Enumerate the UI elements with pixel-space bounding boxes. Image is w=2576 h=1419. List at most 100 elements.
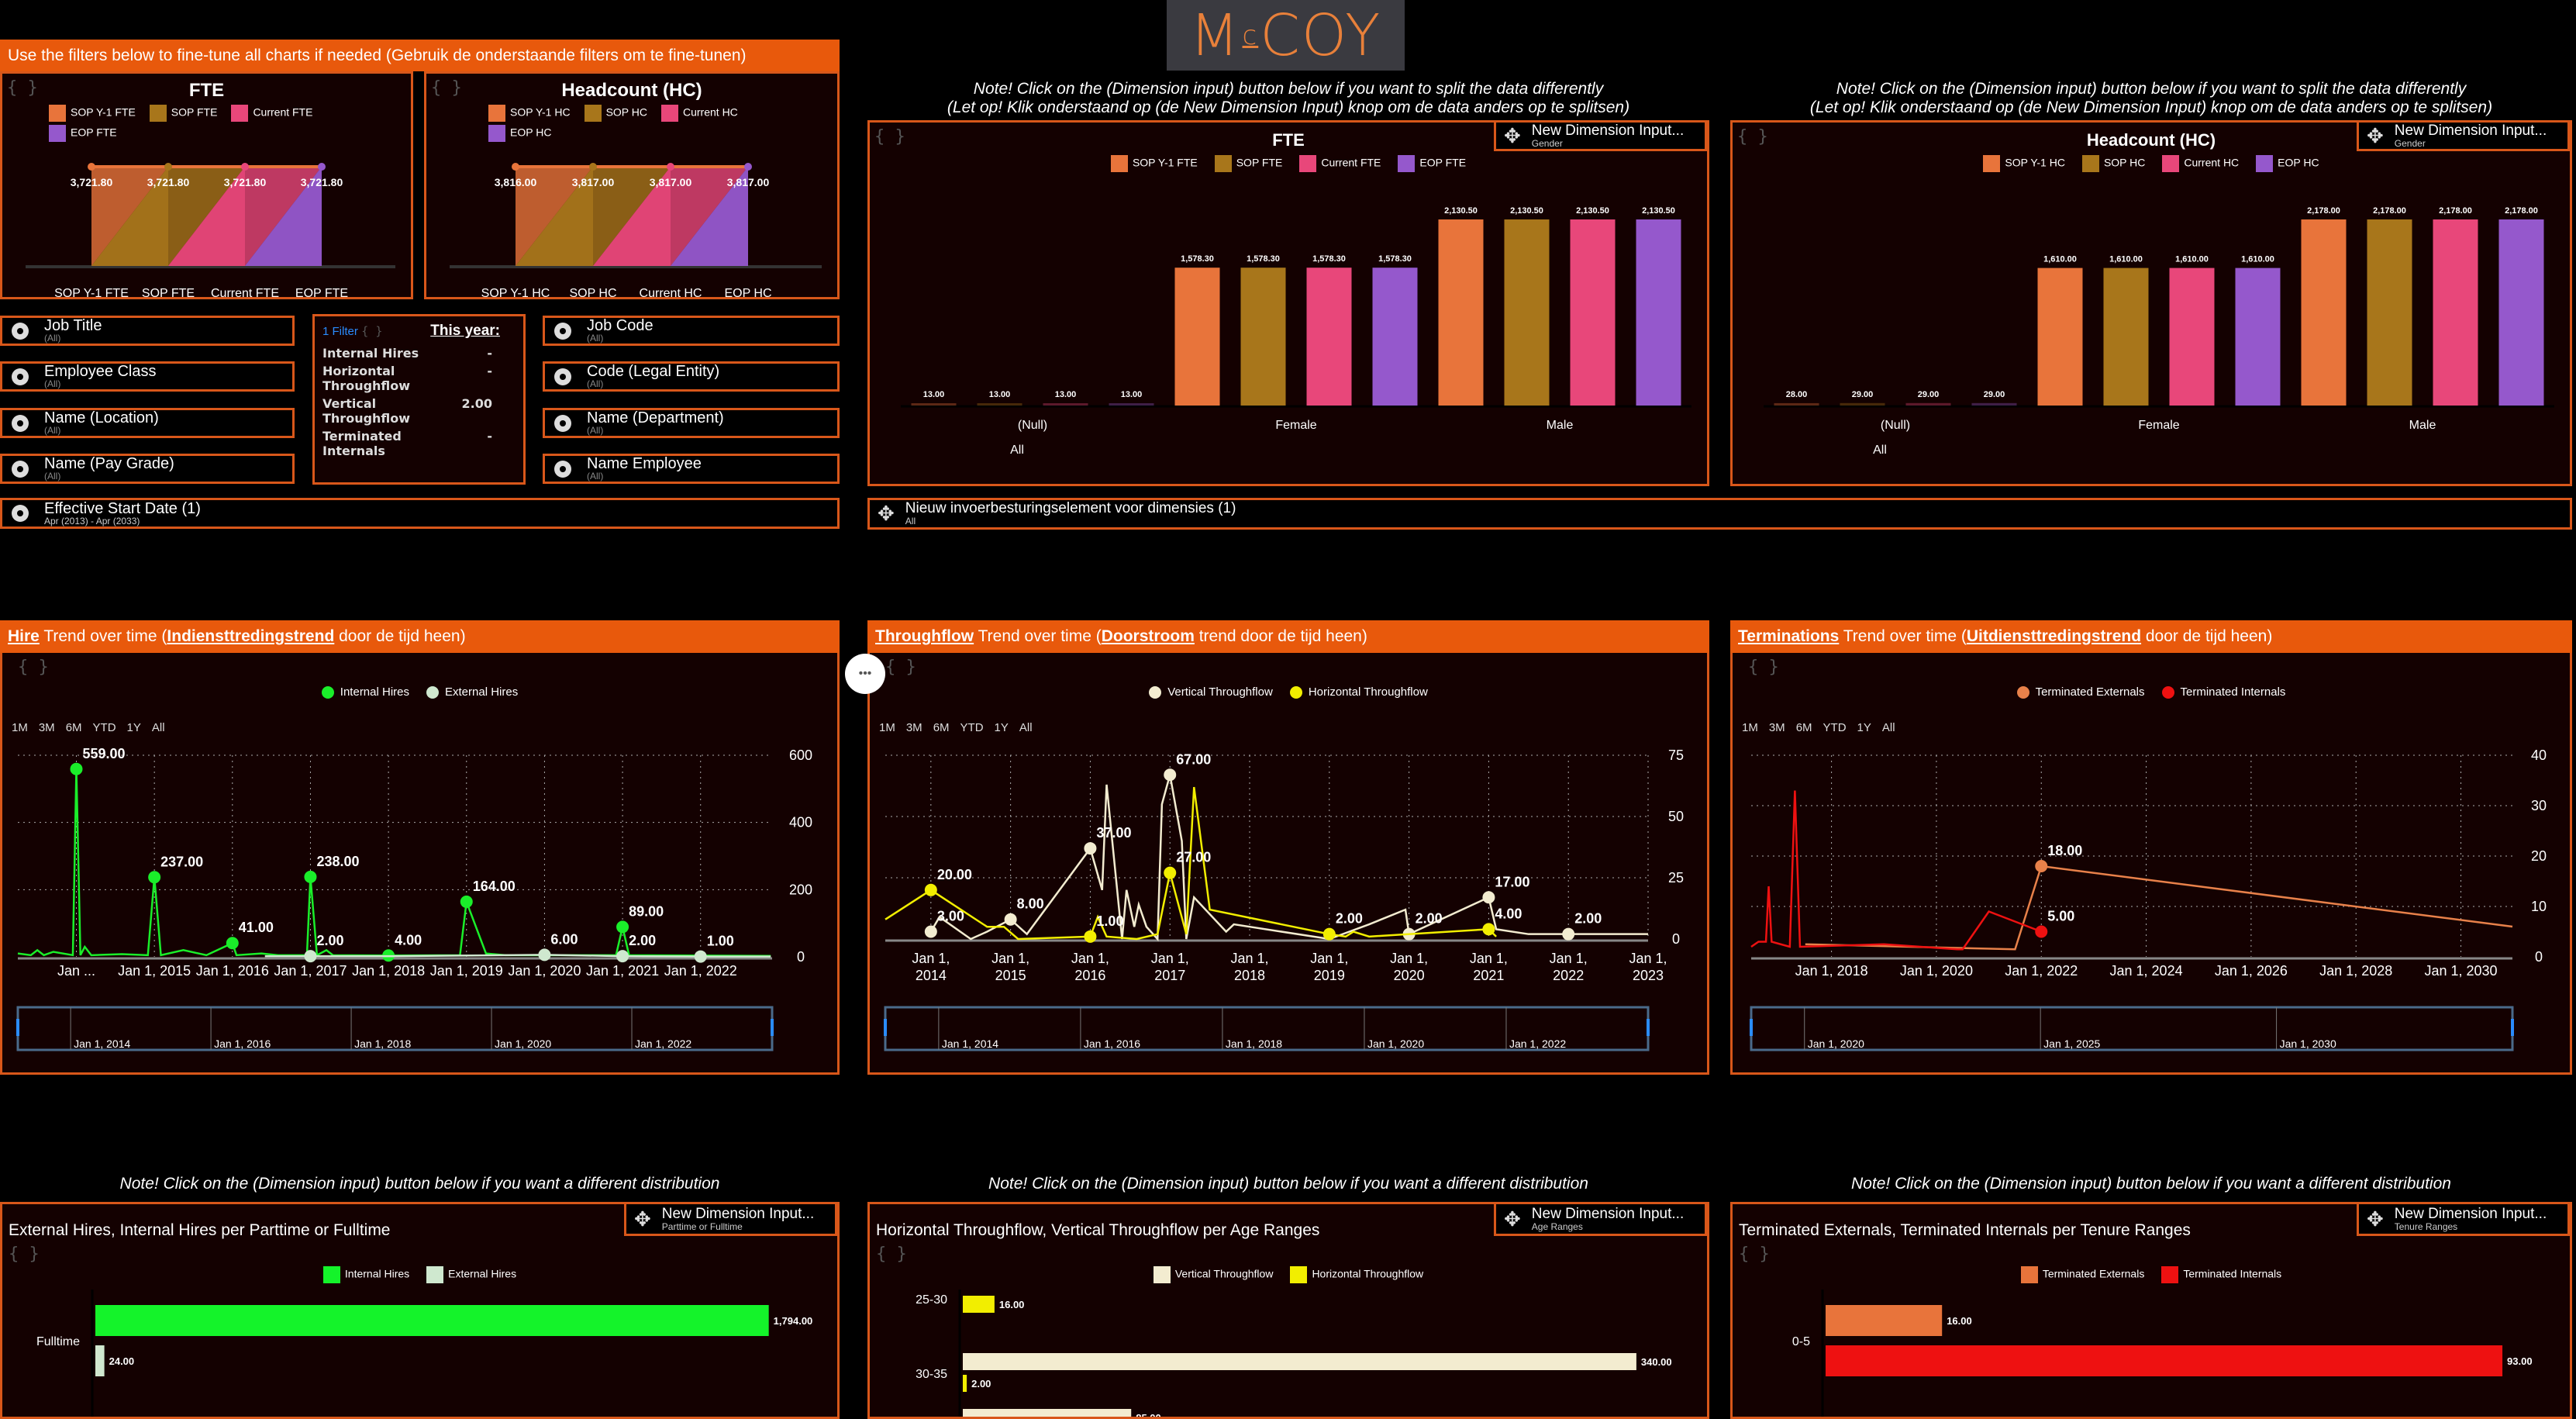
filter-name-pay-grade-[interactable]: Name (Pay Grade) (All) <box>0 454 295 484</box>
brace-icon[interactable]: { } <box>1739 1245 1770 1264</box>
data-point[interactable] <box>616 920 629 934</box>
bar[interactable] <box>1826 1345 2503 1376</box>
brace-icon[interactable]: { } <box>9 1245 40 1264</box>
bar[interactable] <box>1905 402 1951 406</box>
bar[interactable] <box>2169 268 2215 406</box>
bar[interactable] <box>2301 219 2347 406</box>
bar[interactable] <box>1043 403 1088 406</box>
bar[interactable] <box>95 1345 105 1376</box>
legend-item[interactable]: SOP Y-1 FTE <box>49 105 136 122</box>
legend-item[interactable]: EOP FTE <box>1398 155 1466 172</box>
bar[interactable] <box>1372 268 1418 406</box>
legend-item[interactable]: Current FTE <box>231 105 312 122</box>
data-point[interactable] <box>318 163 326 171</box>
bar[interactable] <box>1438 219 1484 406</box>
series-line[interactable] <box>1750 790 2042 951</box>
range-navigator[interactable] <box>1750 1006 2514 1051</box>
navigator-handle-left[interactable] <box>16 1019 19 1036</box>
header-link-nl[interactable]: Indiensttredingstrend <box>167 627 334 645</box>
data-point[interactable] <box>1084 842 1097 855</box>
dimension-filter-all[interactable]: ✥ Nieuw invoerbesturingselement voor dim… <box>867 498 2572 530</box>
bar[interactable] <box>2235 268 2281 406</box>
data-point[interactable] <box>744 163 752 171</box>
data-point[interactable] <box>1562 927 1575 941</box>
data-point[interactable] <box>924 883 937 896</box>
data-point[interactable] <box>1164 866 1177 879</box>
dimension-input-button[interactable]: ✥ New Dimension Input... Parttime or Fullt… <box>624 1204 837 1236</box>
legend-item[interactable]: EOP HC <box>2256 155 2319 172</box>
navigator-handle-left[interactable] <box>1750 1019 1753 1036</box>
series-line[interactable] <box>1805 865 2513 951</box>
data-point[interactable] <box>1004 913 1017 926</box>
data-point[interactable] <box>512 163 519 171</box>
more-options-button[interactable]: ••• <box>845 654 885 694</box>
navigator-handle-left[interactable] <box>884 1019 887 1036</box>
legend-item[interactable]: SOP FTE <box>149 105 217 122</box>
data-point[interactable] <box>70 762 83 775</box>
data-point[interactable] <box>241 163 249 171</box>
data-point[interactable] <box>616 950 629 963</box>
data-point[interactable] <box>2035 860 2048 872</box>
legend-item[interactable]: Internal Hires <box>322 1266 409 1283</box>
bar[interactable] <box>2037 268 2083 406</box>
legend-item[interactable]: Terminated Internals <box>2161 1266 2281 1283</box>
brace-icon[interactable]: { } <box>361 324 382 338</box>
bar[interactable] <box>1240 268 1286 406</box>
bar[interactable] <box>2103 268 2149 406</box>
bar[interactable] <box>963 1409 1132 1419</box>
filter-badge[interactable]: 1 Filter <box>322 325 358 338</box>
bar[interactable] <box>1774 402 1819 406</box>
dimension-input-button[interactable]: ✥ New Dimension Input... Tenure Ranges <box>2357 1204 2570 1236</box>
data-point[interactable] <box>88 163 95 171</box>
data-point[interactable] <box>538 948 551 962</box>
data-point[interactable] <box>164 163 172 171</box>
filter-job-title[interactable]: Job Title (All) <box>0 316 295 346</box>
legend-item[interactable]: SOP HC <box>584 105 647 122</box>
legend-item[interactable]: EOP HC <box>488 125 551 142</box>
bar[interactable] <box>1826 1305 1943 1336</box>
filter-employee-class[interactable]: Employee Class (All) <box>0 361 295 392</box>
data-point[interactable] <box>924 925 937 938</box>
data-point[interactable] <box>148 871 161 884</box>
legend-item[interactable]: SOP HC <box>2081 155 2145 172</box>
data-point[interactable] <box>226 937 239 950</box>
dimension-input-button[interactable]: ✥ New Dimension Input... Age Ranges <box>1494 1204 1707 1236</box>
legend-item[interactable]: External Hires <box>426 1266 516 1283</box>
data-point[interactable] <box>460 895 473 908</box>
bar[interactable] <box>1636 219 1681 406</box>
bar[interactable] <box>2433 219 2478 406</box>
legend-item[interactable]: SOP Y-1 HC <box>1983 155 2065 172</box>
data-point[interactable] <box>304 950 317 963</box>
bar[interactable] <box>1971 402 2017 406</box>
legend-item[interactable]: Vertical Throughflow <box>1153 1266 1273 1283</box>
data-point[interactable] <box>1482 891 1495 904</box>
bar[interactable] <box>963 1296 995 1313</box>
data-point[interactable] <box>2035 925 2048 938</box>
bar[interactable] <box>1840 402 1885 406</box>
bar[interactable] <box>911 403 957 406</box>
bar[interactable] <box>1504 219 1550 406</box>
bar[interactable] <box>1306 268 1352 406</box>
legend-item[interactable]: Current HC <box>2162 155 2239 172</box>
legend-item[interactable]: Current FTE <box>1299 155 1381 172</box>
navigator-handle-right[interactable] <box>2511 1019 2514 1036</box>
header-link[interactable]: Throughflow <box>875 627 974 645</box>
bar[interactable] <box>1109 403 1154 406</box>
bar[interactable] <box>1174 268 1220 406</box>
filter-name-employee[interactable]: Name Employee (All) <box>543 454 840 484</box>
bar[interactable] <box>2367 219 2412 406</box>
navigator-handle-right[interactable] <box>771 1019 774 1036</box>
legend-item[interactable]: Terminated Externals <box>2020 1266 2144 1283</box>
data-point[interactable] <box>694 950 707 963</box>
filter-name-location-[interactable]: Name (Location) (All) <box>0 408 295 438</box>
bar[interactable] <box>963 1353 1636 1370</box>
data-point[interactable] <box>1482 923 1495 936</box>
header-link-nl[interactable]: Doorstroom <box>1102 627 1195 645</box>
legend-item[interactable]: Horizontal Throughflow <box>1290 1266 1423 1283</box>
bar[interactable] <box>95 1305 769 1336</box>
dimension-input-button[interactable]: ✥ New Dimension Input... Gender <box>1494 120 1707 151</box>
legend-item[interactable]: EOP FTE <box>49 125 117 142</box>
header-link-nl[interactable]: Uitdiensttredingstrend <box>1967 627 2141 645</box>
filter-job-code[interactable]: Job Code (All) <box>543 316 840 346</box>
header-link[interactable]: Terminations <box>1738 627 1839 645</box>
